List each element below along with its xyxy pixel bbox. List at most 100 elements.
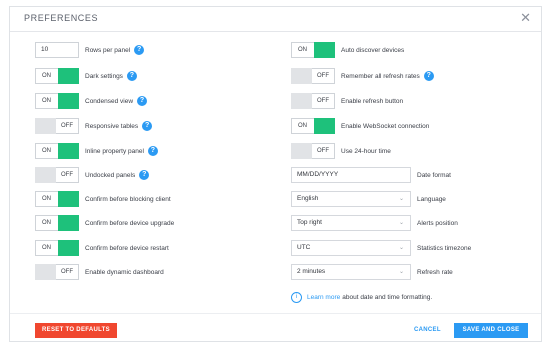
timezone-select[interactable]: UTC ⌄: [291, 240, 411, 256]
confirm-upgrade-toggle[interactable]: ON: [35, 215, 79, 231]
toggle-knob: [58, 143, 79, 159]
dark-settings-label: Dark settings: [85, 72, 123, 80]
help-icon[interactable]: ?: [142, 121, 153, 131]
toggle-state: ON: [42, 73, 51, 79]
refresh-button-label: Enable refresh button: [341, 97, 404, 105]
auto-discover-toggle[interactable]: ON: [291, 42, 335, 58]
confirm-blocking-row: ON Confirm before blocking client: [35, 191, 171, 207]
hour-time-toggle[interactable]: OFF: [291, 143, 335, 159]
alerts-position-value: Top right: [297, 219, 322, 226]
toggle-state: ON: [298, 47, 307, 53]
undocked-panels-label: Undocked panels: [85, 171, 136, 179]
footer-divider: [10, 313, 541, 314]
timezone-row: UTC ⌄ Statistics timezone: [291, 240, 471, 256]
auto-discover-row: ON Auto discover devices: [291, 42, 404, 58]
confirm-blocking-toggle[interactable]: ON: [35, 191, 79, 207]
refresh-button-toggle[interactable]: OFF: [291, 93, 335, 109]
toggle-state: ON: [42, 148, 51, 154]
info-text: about date and time formatting.: [342, 294, 433, 301]
toggle-state: OFF: [317, 73, 329, 79]
alerts-position-label: Alerts position: [417, 219, 458, 227]
toggle-state: ON: [298, 123, 307, 129]
timezone-label: Statistics timezone: [417, 244, 472, 252]
toggle-state: OFF: [317, 98, 329, 104]
toggle-knob: [314, 118, 335, 134]
confirm-upgrade-label: Confirm before device upgrade: [85, 219, 175, 227]
remember-refresh-toggle[interactable]: OFF: [291, 68, 335, 84]
condensed-view-row: ON Condensed view ?: [35, 93, 148, 109]
toggle-knob: [58, 191, 79, 207]
help-icon[interactable]: ?: [147, 146, 158, 156]
preferences-dialog: PREFERENCES ✕ 10 Rows per panel ? ON Dar…: [9, 6, 542, 342]
dark-settings-toggle[interactable]: ON: [35, 68, 79, 84]
websocket-row: ON Enable WebSocket connection: [291, 118, 429, 134]
close-icon[interactable]: ✕: [520, 10, 531, 26]
rows-per-panel-row: 10 Rows per panel ?: [35, 42, 145, 58]
remember-refresh-label: Remember all refresh rates: [341, 72, 420, 80]
toggle-knob: [58, 240, 79, 256]
dynamic-dashboard-row: OFF Enable dynamic dashboard: [35, 264, 164, 280]
dialog-header: PREFERENCES ✕: [10, 7, 541, 32]
toggle-knob: [291, 68, 312, 84]
help-icon[interactable]: ?: [126, 71, 137, 81]
toggle-state: ON: [42, 98, 51, 104]
alerts-position-select[interactable]: Top right ⌄: [291, 215, 411, 231]
inline-property-panel-label: Inline property panel: [85, 147, 144, 155]
confirm-restart-label: Confirm before device restart: [85, 244, 169, 252]
responsive-tables-toggle[interactable]: OFF: [35, 118, 79, 134]
date-format-row: MM/DD/YYYY Date format: [291, 167, 451, 183]
toggle-state: OFF: [61, 269, 73, 275]
toggle-knob: [58, 93, 79, 109]
websocket-toggle[interactable]: ON: [291, 118, 335, 134]
websocket-label: Enable WebSocket connection: [341, 122, 430, 130]
dynamic-dashboard-label: Enable dynamic dashboard: [85, 268, 164, 276]
refresh-rate-select[interactable]: 2 minutes ⌄: [291, 264, 411, 280]
rows-per-panel-label: Rows per panel: [85, 46, 131, 54]
auto-discover-label: Auto discover devices: [341, 46, 405, 54]
chevron-down-icon: ⌄: [398, 269, 404, 275]
help-icon[interactable]: ?: [134, 45, 145, 55]
confirm-upgrade-row: ON Confirm before device upgrade: [35, 215, 174, 231]
toggle-knob: [35, 118, 56, 134]
inline-property-panel-row: ON Inline property panel ?: [35, 143, 158, 159]
toggle-knob: [58, 215, 79, 231]
condensed-view-toggle[interactable]: ON: [35, 93, 79, 109]
timezone-value: UTC: [297, 244, 311, 251]
language-value: English: [297, 195, 319, 202]
info-icon: i: [291, 292, 302, 303]
dynamic-dashboard-toggle[interactable]: OFF: [35, 264, 79, 280]
dark-settings-row: ON Dark settings ?: [35, 68, 137, 84]
cancel-button[interactable]: CANCEL: [414, 323, 441, 338]
rows-per-panel-input[interactable]: 10: [35, 42, 79, 58]
confirm-restart-toggle[interactable]: ON: [35, 240, 79, 256]
date-format-input[interactable]: MM/DD/YYYY: [291, 167, 411, 183]
help-icon[interactable]: ?: [137, 96, 148, 106]
reset-to-defaults-button[interactable]: RESET TO DEFAULTS: [35, 323, 117, 338]
hour-time-label: Use 24-hour time: [341, 147, 391, 155]
chevron-down-icon: ⌄: [398, 245, 404, 251]
toggle-knob: [58, 68, 79, 84]
save-and-close-button[interactable]: SAVE AND CLOSE: [454, 323, 528, 338]
chevron-down-icon: ⌄: [398, 220, 404, 226]
toggle-state: ON: [42, 196, 51, 202]
toggle-state: OFF: [61, 172, 73, 178]
condensed-view-label: Condensed view: [85, 97, 134, 105]
toggle-knob: [291, 93, 312, 109]
help-icon[interactable]: ?: [423, 71, 434, 81]
toggle-state: ON: [42, 220, 51, 226]
toggle-state: OFF: [61, 123, 73, 129]
undocked-panels-toggle[interactable]: OFF: [35, 167, 79, 183]
toggle-knob: [35, 167, 56, 183]
toggle-knob: [291, 143, 312, 159]
refresh-rate-value: 2 minutes: [297, 268, 326, 275]
language-select[interactable]: English ⌄: [291, 191, 411, 207]
hour-time-row: OFF Use 24-hour time: [291, 143, 391, 159]
info-note: i Learn more about date and time formatt…: [291, 292, 432, 303]
responsive-tables-label: Responsive tables: [85, 122, 139, 130]
help-icon[interactable]: ?: [139, 170, 150, 180]
responsive-tables-row: OFF Responsive tables ?: [35, 118, 153, 134]
toggle-knob: [35, 264, 56, 280]
alerts-position-row: Top right ⌄ Alerts position: [291, 215, 458, 231]
learn-more-link[interactable]: Learn more: [307, 294, 340, 301]
inline-property-panel-toggle[interactable]: ON: [35, 143, 79, 159]
